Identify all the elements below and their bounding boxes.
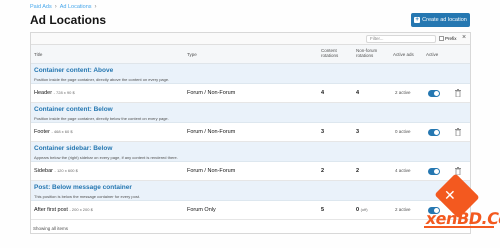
table-row[interactable]: Sidebar - 120 x 600 $ Forum / Non-Forum … [31, 162, 470, 181]
watermark-x-icon: ✕ [444, 187, 456, 203]
filter-input[interactable]: Filter... [366, 35, 436, 43]
row-active-ads: 2 active [395, 207, 411, 212]
checkbox-icon [439, 36, 444, 41]
row-size: - 120 x 600 $ [54, 168, 78, 173]
watermark-logo: ✕ xenBD.Com [420, 173, 500, 239]
table-row[interactable]: Header - 728 x 90 $ Forum / Non-Forum 4 … [31, 84, 470, 103]
clear-filter-icon[interactable]: × [462, 34, 466, 41]
row-title[interactable]: Header - 728 x 90 $ [34, 90, 75, 96]
row-title[interactable]: Footer - 468 x 60 $ [34, 129, 73, 135]
group-description: Position inside the page container, dire… [34, 77, 170, 82]
group-header: Container sidebar: Below Appears below t… [31, 142, 470, 162]
header-title: Title [34, 52, 43, 57]
trash-icon[interactable] [455, 89, 461, 97]
breadcrumb: Paid Ads › Ad Locations › [30, 4, 97, 10]
table-row[interactable]: After first post - 200 x 200 $ Forum Onl… [31, 201, 470, 220]
group-title[interactable]: Post: Below message container [34, 184, 132, 191]
row-content-rotations: 3 [321, 129, 325, 135]
breadcrumb-ad-locations[interactable]: Ad Locations [60, 4, 92, 10]
active-toggle[interactable] [428, 129, 440, 136]
table-header: Title Type Content rotations Non-forum r… [31, 45, 470, 64]
active-toggle[interactable] [428, 168, 440, 175]
row-nonforum-rotations: 3 [356, 129, 360, 135]
group-title[interactable]: Container content: Below [34, 106, 113, 113]
plus-icon: + [414, 17, 421, 23]
row-size: - 200 x 200 $ [69, 207, 93, 212]
row-nonforum-rotations: 4 [356, 90, 360, 96]
breadcrumb-separator: › [54, 4, 57, 10]
row-title[interactable]: After first post - 200 x 200 $ [34, 207, 93, 213]
header-active-ads: Active ads [393, 52, 414, 57]
group-description: Position inside the page container, dire… [34, 116, 169, 121]
header-type: Type [187, 52, 197, 57]
active-toggle[interactable] [428, 90, 440, 97]
showing-all-items: Showing all items [33, 226, 69, 231]
table-row[interactable]: Footer - 468 x 60 $ Forum / Non-Forum 3 … [31, 123, 470, 142]
breadcrumb-separator: › [94, 4, 97, 10]
row-nonforum-rotations: 0 (off) [356, 207, 368, 213]
row-type: Forum Only [187, 207, 216, 213]
group-title[interactable]: Container sidebar: Below [34, 145, 112, 152]
row-type: Forum / Non-Forum [187, 129, 236, 135]
ad-locations-panel: Filter... Prefix × Title Type Content ro… [30, 32, 471, 234]
group-header: Post: Below message container This posit… [31, 181, 470, 201]
prefix-label: Prefix [445, 36, 457, 41]
group-title[interactable]: Container content: Above [34, 67, 113, 74]
row-active-ads: 0 active [395, 129, 411, 134]
row-content-rotations: 2 [321, 168, 325, 174]
breadcrumb-paid-ads[interactable]: Paid Ads [30, 4, 52, 10]
row-title[interactable]: Sidebar - 120 x 600 $ [34, 168, 78, 174]
trash-icon[interactable] [455, 128, 461, 136]
header-nonforum-rotations: Non-forum rotations [356, 48, 378, 58]
row-content-rotations: 4 [321, 90, 325, 96]
header-active: Active [426, 52, 439, 57]
row-size: - 728 x 90 $ [53, 90, 75, 95]
header-content-rotations: Content rotations [321, 48, 339, 58]
watermark-underline [424, 226, 494, 228]
page-title: Ad Locations [30, 13, 107, 27]
row-type: Forum / Non-Forum [187, 90, 236, 96]
row-nonforum-rotations: 2 [356, 168, 360, 174]
create-ad-location-button[interactable]: + Create ad location [411, 13, 470, 27]
row-content-rotations: 5 [321, 207, 325, 213]
row-active-ads: 2 active [395, 90, 411, 95]
row-size: - 468 x 60 $ [51, 129, 73, 134]
row-active-ads: 4 active [395, 168, 411, 173]
create-button-label: Create ad location [422, 17, 467, 23]
group-description: Appears below the (right) sidebar on eve… [34, 155, 178, 160]
group-header: Container content: Below Position inside… [31, 103, 470, 123]
group-description: This position is below the message conta… [34, 194, 141, 199]
group-header: Container content: Above Position inside… [31, 64, 470, 84]
prefix-checkbox[interactable]: Prefix [439, 36, 457, 41]
row-type: Forum / Non-Forum [187, 168, 236, 174]
filter-bar: Filter... Prefix × [31, 33, 470, 45]
